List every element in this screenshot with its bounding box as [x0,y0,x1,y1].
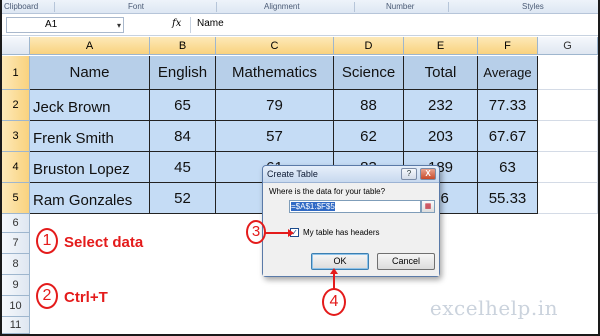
ribbon-group-font[interactable]: Font [128,2,144,11]
ribbon-group-alignment[interactable]: Alignment [264,2,300,11]
row-header-7[interactable]: 7 [2,233,30,254]
row-header-5[interactable]: 5 [2,183,30,214]
headers-checkbox-label[interactable]: My table has headers [303,228,380,237]
row-header-8[interactable]: 8 [2,254,30,275]
step-1-label: Select data [64,234,144,251]
row-header-11[interactable]: 11 [2,317,30,334]
range-value: =$A$1:$F$5 [291,202,335,211]
step-2-marker: 2 [36,283,58,309]
table-header-cell[interactable]: Total [404,56,478,90]
step-4-marker: 4 [322,288,346,316]
range-input[interactable]: =$A$1:$F$5 [289,200,421,213]
row-header-2[interactable]: 2 [2,90,30,121]
dialog-question: Where is the data for your table? [269,187,386,196]
row-header-1[interactable]: 1 [2,56,30,90]
table-header-cell[interactable]: Science [334,56,404,90]
table-cell[interactable]: 63 [478,152,538,183]
ribbon-group-labels: Clipboard Font Alignment Number Styles [2,0,598,14]
column-header-g[interactable]: G [538,37,598,55]
row-header-3[interactable]: 3 [2,121,30,152]
table-cell[interactable]: 203 [404,121,478,152]
row-header-6[interactable]: 6 [2,214,30,233]
help-button[interactable]: ? [401,168,417,180]
formula-input[interactable]: Name [190,17,594,33]
formula-bar: A1 ▾ fx Name [2,14,598,36]
table-cell[interactable]: Ram Gonzales [30,183,150,214]
row-header-10[interactable]: 10 [2,296,30,317]
table-cell[interactable]: 62 [334,121,404,152]
empty-cell[interactable] [538,121,598,152]
column-header-c[interactable]: C [216,37,334,55]
column-header-b[interactable]: B [150,37,216,55]
column-header-a[interactable]: A [30,37,150,55]
chevron-down-icon[interactable]: ▾ [117,19,121,33]
table-cell[interactable]: 88 [334,90,404,121]
name-box[interactable]: A1 ▾ [6,17,124,33]
empty-cell[interactable] [538,183,598,214]
select-all-corner[interactable] [2,37,30,55]
row-header-9[interactable]: 9 [2,275,30,296]
collapse-dialog-icon[interactable]: ▦ [421,200,435,213]
empty-cell[interactable] [538,152,598,183]
column-header-e[interactable]: E [404,37,478,55]
step-4-arrow-icon [330,268,338,290]
table-header-cell[interactable]: Name [30,56,150,90]
table-cell[interactable]: Bruston Lopez [30,152,150,183]
column-header-d[interactable]: D [334,37,404,55]
table-cell[interactable]: 67.67 [478,121,538,152]
cancel-button[interactable]: Cancel [377,253,435,270]
table-cell[interactable]: 65 [150,90,216,121]
ribbon-group-styles[interactable]: Styles [522,2,544,11]
close-button[interactable]: X [420,168,436,180]
create-table-dialog: Create Table ? X Where is the data for y… [262,165,440,277]
empty-cell[interactable] [538,56,598,90]
table-cell[interactable]: 232 [404,90,478,121]
table-cell[interactable]: 45 [150,152,216,183]
table-header-cell[interactable]: Mathematics [216,56,334,90]
table-cell[interactable]: 79 [216,90,334,121]
ribbon-group-number[interactable]: Number [386,2,414,11]
excel-window: Clipboard Font Alignment Number Styles A… [2,0,598,334]
ribbon-group-clipboard[interactable]: Clipboard [4,2,38,11]
table-cell[interactable]: Jeck Brown [30,90,150,121]
step-3-arrow-icon [264,229,294,237]
watermark: excelhelp.in [429,296,558,320]
table-cell[interactable]: 52 [150,183,216,214]
empty-cell[interactable] [538,90,598,121]
table-header-cell[interactable]: English [150,56,216,90]
step-2-label: Ctrl+T [64,289,108,306]
step-3-marker: 3 [246,220,266,244]
table-header-cell[interactable]: Average [478,56,538,90]
row-header-4[interactable]: 4 [2,152,30,183]
insert-function-icon[interactable]: fx [172,18,181,29]
table-cell[interactable]: 77.33 [478,90,538,121]
column-header-f[interactable]: F [478,37,538,55]
table-cell[interactable]: 55.33 [478,183,538,214]
table-cell[interactable]: 84 [150,121,216,152]
step-1-marker: 1 [36,228,58,254]
table-cell[interactable]: Frenk Smith [30,121,150,152]
table-cell[interactable]: 57 [216,121,334,152]
ok-button[interactable]: OK [311,253,369,270]
name-box-value: A1 [45,19,58,30]
